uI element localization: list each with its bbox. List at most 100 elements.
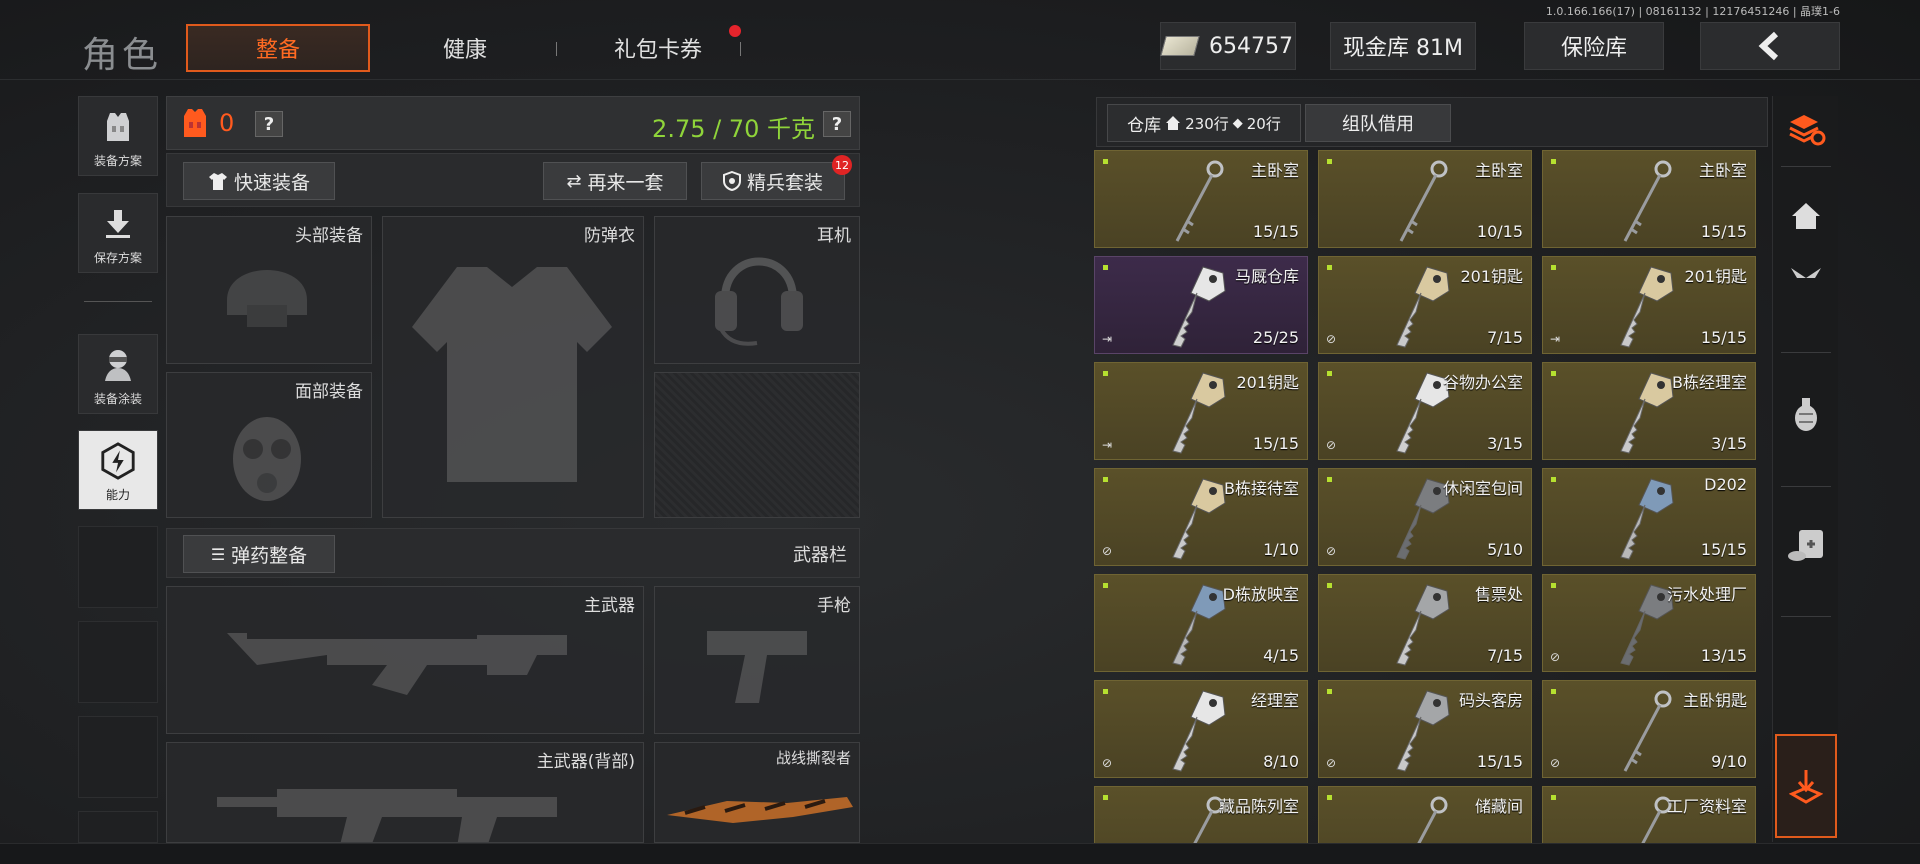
tab-gift-vouchers[interactable]: 礼包卡券 xyxy=(590,24,726,72)
item-name: 201钥匙 xyxy=(1236,373,1299,392)
storage-item[interactable]: 主卧钥匙 9/10 ⊘ xyxy=(1542,680,1756,778)
sidebar-item-loadout-plan[interactable]: 装备方案 xyxy=(78,96,158,176)
new-indicator xyxy=(1551,371,1556,376)
elite-set-button[interactable]: 精兵套装 12 xyxy=(701,155,852,200)
slot-melee[interactable]: 战线撕裂者 xyxy=(654,742,860,843)
again-button[interactable]: ⇄ 再来一套 xyxy=(543,162,687,200)
weight-display: 2.75 / 70 千克 xyxy=(652,115,815,143)
plane-icon[interactable] xyxy=(1777,256,1835,292)
new-indicator xyxy=(1327,477,1332,482)
quick-equip-label: 快速装备 xyxy=(233,171,310,194)
stack-refresh-icon[interactable] xyxy=(1777,100,1835,160)
bottom-bar xyxy=(0,843,1920,864)
slot-label: 主武器(背部) xyxy=(536,752,635,772)
item-count: 9/10 xyxy=(1711,752,1747,771)
item-name: 码头客房 xyxy=(1458,691,1523,710)
item-count: 10/15 xyxy=(1476,222,1523,241)
slot-vest[interactable]: 防弹衣 xyxy=(382,216,644,518)
rail-separator xyxy=(1781,616,1831,617)
ammo-icon: ☰ xyxy=(210,544,226,564)
no-entry-icon: ⊘ xyxy=(1550,756,1561,770)
slot-earphone[interactable]: 耳机 xyxy=(654,216,860,364)
storage-item[interactable]: 201钥匙 15/15 ⇥ xyxy=(1542,256,1756,354)
new-indicator xyxy=(1103,689,1108,694)
slot-label: 战线撕裂者 xyxy=(775,749,851,767)
insurance-vault-button[interactable]: 保险库 xyxy=(1524,22,1664,70)
slot-label: 耳机 xyxy=(817,226,851,246)
new-indicator xyxy=(1103,159,1108,164)
home-icon[interactable] xyxy=(1777,186,1835,246)
storage-item[interactable]: 201钥匙 7/15 ⊘ xyxy=(1318,256,1532,354)
sidebar-empty-slot xyxy=(78,526,158,608)
storage-item[interactable]: 主卧室 10/15 xyxy=(1318,150,1532,248)
item-count: 7/15 xyxy=(1487,328,1523,347)
storage-item[interactable]: 201钥匙 15/15 ⇥ xyxy=(1094,362,1308,460)
quick-equip-button[interactable]: 快速装备 xyxy=(183,162,335,200)
item-name: 休闲室包间 xyxy=(1442,479,1523,498)
armor-count: 0 xyxy=(219,109,235,137)
slot-head[interactable]: 头部装备 xyxy=(166,216,372,364)
item-name: 储藏间 xyxy=(1474,797,1523,816)
ammo-row: ☰ 弹药整备 武器栏 xyxy=(166,528,860,578)
item-count: 3/15 xyxy=(1711,434,1747,453)
key-icon xyxy=(1620,266,1674,348)
storage-item[interactable]: 主卧室 15/15 xyxy=(1094,150,1308,248)
item-name: 主卧室 xyxy=(1250,161,1299,180)
team-borrow-tab[interactable]: 组队借用 xyxy=(1305,104,1451,142)
slot-label: 面部装备 xyxy=(295,382,363,402)
item-count: 15/15 xyxy=(1252,222,1299,241)
storage-item[interactable]: 主卧室 15/15 xyxy=(1542,150,1756,248)
tab-loadout[interactable]: 整备 xyxy=(186,24,370,72)
elite-badge: 12 xyxy=(832,155,852,175)
new-indicator xyxy=(1103,477,1108,482)
storage-item[interactable]: D栋放映室 4/15 xyxy=(1094,574,1308,672)
new-indicator xyxy=(1103,795,1108,800)
storage-item[interactable]: D202 15/15 xyxy=(1542,468,1756,566)
medkit-icon[interactable] xyxy=(1777,516,1835,576)
storage-item[interactable]: 污水处理厂 13/15 ⊘ xyxy=(1542,574,1756,672)
key-icon xyxy=(1172,372,1226,454)
storage-item[interactable]: 经理室 8/10 ⊘ xyxy=(1094,680,1308,778)
slot-pistol[interactable]: 手枪 xyxy=(654,586,860,734)
cash-vault-button[interactable]: 现金库 81M xyxy=(1330,22,1476,70)
key-icon xyxy=(1172,690,1226,772)
tab-health[interactable]: 健康 xyxy=(420,24,510,72)
ammo-equip-button[interactable]: ☰ 弹药整备 xyxy=(183,535,335,573)
weight-help-button[interactable]: ? xyxy=(823,111,851,137)
storage-item[interactable]: 马厩仓库 25/25 ⇥ xyxy=(1094,256,1308,354)
slot-primary-weapon[interactable]: 主武器 xyxy=(166,586,644,734)
assault-rifle-icon xyxy=(217,789,557,842)
storage-item[interactable]: 售票处 7/15 xyxy=(1318,574,1532,672)
back-button[interactable] xyxy=(1700,22,1840,70)
sidebar-item-save-plan[interactable]: 保存方案 xyxy=(78,193,158,273)
chevron-left-icon xyxy=(1758,31,1779,61)
slot-label: 主武器 xyxy=(584,596,635,616)
home-icon xyxy=(1166,116,1181,130)
storage-item[interactable]: 谷物办公室 3/15 ⊘ xyxy=(1318,362,1532,460)
grenade-icon[interactable] xyxy=(1777,384,1835,444)
item-count: 15/15 xyxy=(1700,222,1747,241)
help-button[interactable]: ? xyxy=(255,111,283,137)
storage-grid: 主卧室 15/15 主卧室 10/15 主卧室 15/15 马厩仓库 25/25 ⇥ 201钥匙 7… xyxy=(1094,150,1766,864)
item-count: 13/15 xyxy=(1700,646,1747,665)
ability-icon xyxy=(99,442,137,480)
no-entry-icon: ⊘ xyxy=(1326,756,1337,770)
storage-item[interactable]: 码头客房 15/15 ⊘ xyxy=(1318,680,1532,778)
item-count: 4/15 xyxy=(1263,646,1299,665)
sidebar-item-ability[interactable]: 能力 xyxy=(78,430,158,510)
game-screen: { "version": "1.0.166.166(17) | 08161132… xyxy=(0,0,1920,864)
storage-item[interactable]: B栋经理室 3/15 xyxy=(1542,362,1756,460)
slot-label: 头部装备 xyxy=(295,226,363,246)
sidebar-item-skin[interactable]: 装备涂装 xyxy=(78,334,158,414)
ticket-icon: ◆ xyxy=(1232,115,1243,131)
slot-face[interactable]: 面部装备 xyxy=(166,372,372,518)
storage-item[interactable]: B栋接待室 1/10 ⊘ xyxy=(1094,468,1308,566)
warehouse-tab[interactable]: 仓库 230行 ◆ 20行 xyxy=(1107,104,1301,142)
storage-item[interactable]: 休闲室包间 5/10 ⊘ xyxy=(1318,468,1532,566)
slot-primary-back[interactable]: 主武器(背部) xyxy=(166,742,644,843)
new-indicator xyxy=(1103,371,1108,376)
new-indicator xyxy=(1327,159,1332,164)
sidebar-item-label: 能力 xyxy=(105,488,130,502)
hand-drop-icon[interactable] xyxy=(1775,734,1837,838)
item-name: 主卧室 xyxy=(1474,161,1523,180)
